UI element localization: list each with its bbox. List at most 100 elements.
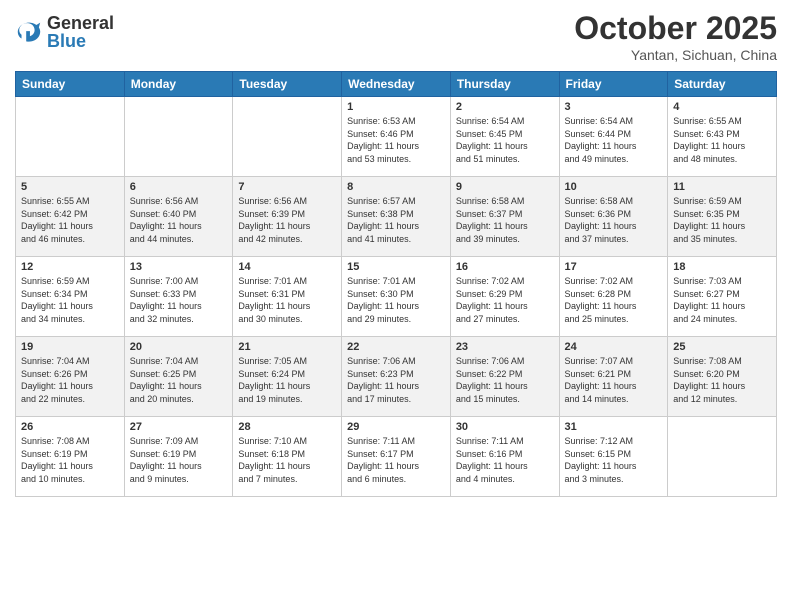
table-row: 23 Sunrise: 7:06 AM Sunset: 6:22 PM Dayli… [450, 337, 559, 417]
day-info: Sunrise: 6:57 AM Sunset: 6:38 PM Dayligh… [347, 196, 419, 244]
table-row: 29Sunrise: 7:11 AM Sunset: 6:17 PM Dayli… [342, 417, 451, 497]
day-info: Sunrise: 6:55 AM Sunset: 6:43 PM Dayligh… [673, 116, 745, 164]
day-info: Sunrise: 7:03 AM Sunset: 6:27 PM Dayligh… [673, 276, 745, 324]
day-info: Sunrise: 7:06 AM Sunset: 6:23 PM Dayligh… [347, 356, 419, 404]
day-info: Sunrise: 7:02 AM Sunset: 6:29 PM Dayligh… [456, 276, 528, 324]
day-info: Sunrise: 7:01 AM Sunset: 6:31 PM Dayligh… [238, 276, 310, 324]
day-info: Sunrise: 7:08 AM Sunset: 6:20 PM Dayligh… [673, 356, 745, 404]
day-info: Sunrise: 7:10 AM Sunset: 6:18 PM Dayligh… [238, 436, 310, 484]
table-row: 15Sunrise: 7:01 AM Sunset: 6:30 PM Dayli… [342, 257, 451, 337]
day-info: Sunrise: 7:05 AM Sunset: 6:24 PM Dayligh… [238, 356, 310, 404]
day-info: Sunrise: 7:06 AM Sunset: 6:22 PM Dayligh… [456, 356, 528, 404]
day-number: 18 [673, 261, 771, 273]
day-info: Sunrise: 7:04 AM Sunset: 6:26 PM Dayligh… [21, 356, 93, 404]
page: General Blue October 2025 Yantan, Sichua… [0, 0, 792, 612]
day-info: Sunrise: 6:59 AM Sunset: 6:34 PM Dayligh… [21, 276, 93, 324]
day-info: Sunrise: 6:56 AM Sunset: 6:39 PM Dayligh… [238, 196, 310, 244]
table-row: 31 Sunrise: 7:12 AM Sunset: 6:15 PM Dayli… [559, 417, 668, 497]
table-row: 10 Sunrise: 6:58 AM Sunset: 6:36 PM Dayli… [559, 177, 668, 257]
table-row: 4 Sunrise: 6:55 AM Sunset: 6:43 PM Daylig… [668, 97, 777, 177]
day-info: Sunrise: 7:01 AM Sunset: 6:30 PM Dayligh… [347, 276, 419, 324]
day-info: Sunrise: 6:59 AM Sunset: 6:35 PM Dayligh… [673, 196, 745, 244]
day-number: 5 [21, 181, 119, 193]
col-tuesday: Tuesday [233, 72, 342, 97]
day-number: 20 [130, 341, 228, 353]
calendar-header-row: Sunday Monday Tuesday Wednesday Thursday… [16, 72, 777, 97]
day-number: 27 [130, 421, 228, 433]
logo-text: General Blue [47, 14, 114, 50]
day-info: Sunrise: 7:02 AM Sunset: 6:28 PM Dayligh… [565, 276, 637, 324]
table-row: 24Sunrise: 7:07 AM Sunset: 6:21 PM Dayli… [559, 337, 668, 417]
table-row: 25 Sunrise: 7:08 AM Sunset: 6:20 PM Dayli… [668, 337, 777, 417]
table-row: 7 Sunrise: 6:56 AM Sunset: 6:39 PM Daylig… [233, 177, 342, 257]
table-row: 17 Sunrise: 7:02 AM Sunset: 6:28 PM Dayli… [559, 257, 668, 337]
day-info: Sunrise: 6:58 AM Sunset: 6:36 PM Dayligh… [565, 196, 637, 244]
day-number: 31 [565, 421, 663, 433]
day-info: Sunrise: 6:55 AM Sunset: 6:42 PM Dayligh… [21, 196, 93, 244]
day-info: Sunrise: 7:00 AM Sunset: 6:33 PM Dayligh… [130, 276, 202, 324]
day-info: Sunrise: 6:58 AM Sunset: 6:37 PM Dayligh… [456, 196, 528, 244]
table-row: 21 Sunrise: 7:05 AM Sunset: 6:24 PM Dayli… [233, 337, 342, 417]
table-row: 2 Sunrise: 6:54 AM Sunset: 6:45 PM Daylig… [450, 97, 559, 177]
day-number: 21 [238, 341, 336, 353]
day-info: Sunrise: 7:08 AM Sunset: 6:19 PM Dayligh… [21, 436, 93, 484]
day-number: 14 [238, 261, 336, 273]
day-info: Sunrise: 6:54 AM Sunset: 6:44 PM Dayligh… [565, 116, 637, 164]
table-row [233, 97, 342, 177]
table-row: 22 Sunrise: 7:06 AM Sunset: 6:23 PM Dayli… [342, 337, 451, 417]
logo: General Blue [15, 14, 114, 50]
table-row: 11Sunrise: 6:59 AM Sunset: 6:35 PM Dayli… [668, 177, 777, 257]
logo-general-text: General [47, 14, 114, 32]
table-row: 28 Sunrise: 7:10 AM Sunset: 6:18 PM Dayli… [233, 417, 342, 497]
table-row [668, 417, 777, 497]
header: General Blue October 2025 Yantan, Sichua… [15, 10, 777, 63]
table-row: 5 Sunrise: 6:55 AM Sunset: 6:42 PM Daylig… [16, 177, 125, 257]
table-row: 27Sunrise: 7:09 AM Sunset: 6:19 PM Dayli… [124, 417, 233, 497]
day-info: Sunrise: 7:11 AM Sunset: 6:17 PM Dayligh… [347, 436, 419, 484]
col-thursday: Thursday [450, 72, 559, 97]
day-number: 28 [238, 421, 336, 433]
table-row: 6Sunrise: 6:56 AM Sunset: 6:40 PM Daylig… [124, 177, 233, 257]
day-number: 1 [347, 101, 445, 113]
calendar-week-row: 19Sunrise: 7:04 AM Sunset: 6:26 PM Dayli… [16, 337, 777, 417]
calendar-week-row: 1Sunrise: 6:53 AM Sunset: 6:46 PM Daylig… [16, 97, 777, 177]
col-sunday: Sunday [16, 72, 125, 97]
table-row: 26Sunrise: 7:08 AM Sunset: 6:19 PM Dayli… [16, 417, 125, 497]
table-row: 1Sunrise: 6:53 AM Sunset: 6:46 PM Daylig… [342, 97, 451, 177]
day-number: 9 [456, 181, 554, 193]
table-row: 16 Sunrise: 7:02 AM Sunset: 6:29 PM Dayli… [450, 257, 559, 337]
col-monday: Monday [124, 72, 233, 97]
day-info: Sunrise: 7:07 AM Sunset: 6:21 PM Dayligh… [565, 356, 637, 404]
table-row [124, 97, 233, 177]
day-number: 16 [456, 261, 554, 273]
day-number: 17 [565, 261, 663, 273]
table-row: 3 Sunrise: 6:54 AM Sunset: 6:44 PM Daylig… [559, 97, 668, 177]
calendar-table: Sunday Monday Tuesday Wednesday Thursday… [15, 71, 777, 497]
logo-icon [15, 18, 43, 46]
day-info: Sunrise: 6:54 AM Sunset: 6:45 PM Dayligh… [456, 116, 528, 164]
logo-blue-text: Blue [47, 32, 114, 50]
day-number: 3 [565, 101, 663, 113]
table-row: 8 Sunrise: 6:57 AM Sunset: 6:38 PM Daylig… [342, 177, 451, 257]
calendar-week-row: 5 Sunrise: 6:55 AM Sunset: 6:42 PM Daylig… [16, 177, 777, 257]
day-number: 8 [347, 181, 445, 193]
day-number: 23 [456, 341, 554, 353]
table-row: 30 Sunrise: 7:11 AM Sunset: 6:16 PM Dayli… [450, 417, 559, 497]
day-number: 25 [673, 341, 771, 353]
col-wednesday: Wednesday [342, 72, 451, 97]
day-number: 7 [238, 181, 336, 193]
col-saturday: Saturday [668, 72, 777, 97]
day-info: Sunrise: 7:11 AM Sunset: 6:16 PM Dayligh… [456, 436, 528, 484]
day-number: 4 [673, 101, 771, 113]
day-number: 12 [21, 261, 119, 273]
table-row: 12 Sunrise: 6:59 AM Sunset: 6:34 PM Dayli… [16, 257, 125, 337]
col-friday: Friday [559, 72, 668, 97]
day-number: 22 [347, 341, 445, 353]
table-row: 14 Sunrise: 7:01 AM Sunset: 6:31 PM Dayli… [233, 257, 342, 337]
day-number: 30 [456, 421, 554, 433]
day-info: Sunrise: 7:12 AM Sunset: 6:15 PM Dayligh… [565, 436, 637, 484]
location: Yantan, Sichuan, China [574, 47, 777, 63]
day-number: 10 [565, 181, 663, 193]
day-number: 6 [130, 181, 228, 193]
day-number: 2 [456, 101, 554, 113]
